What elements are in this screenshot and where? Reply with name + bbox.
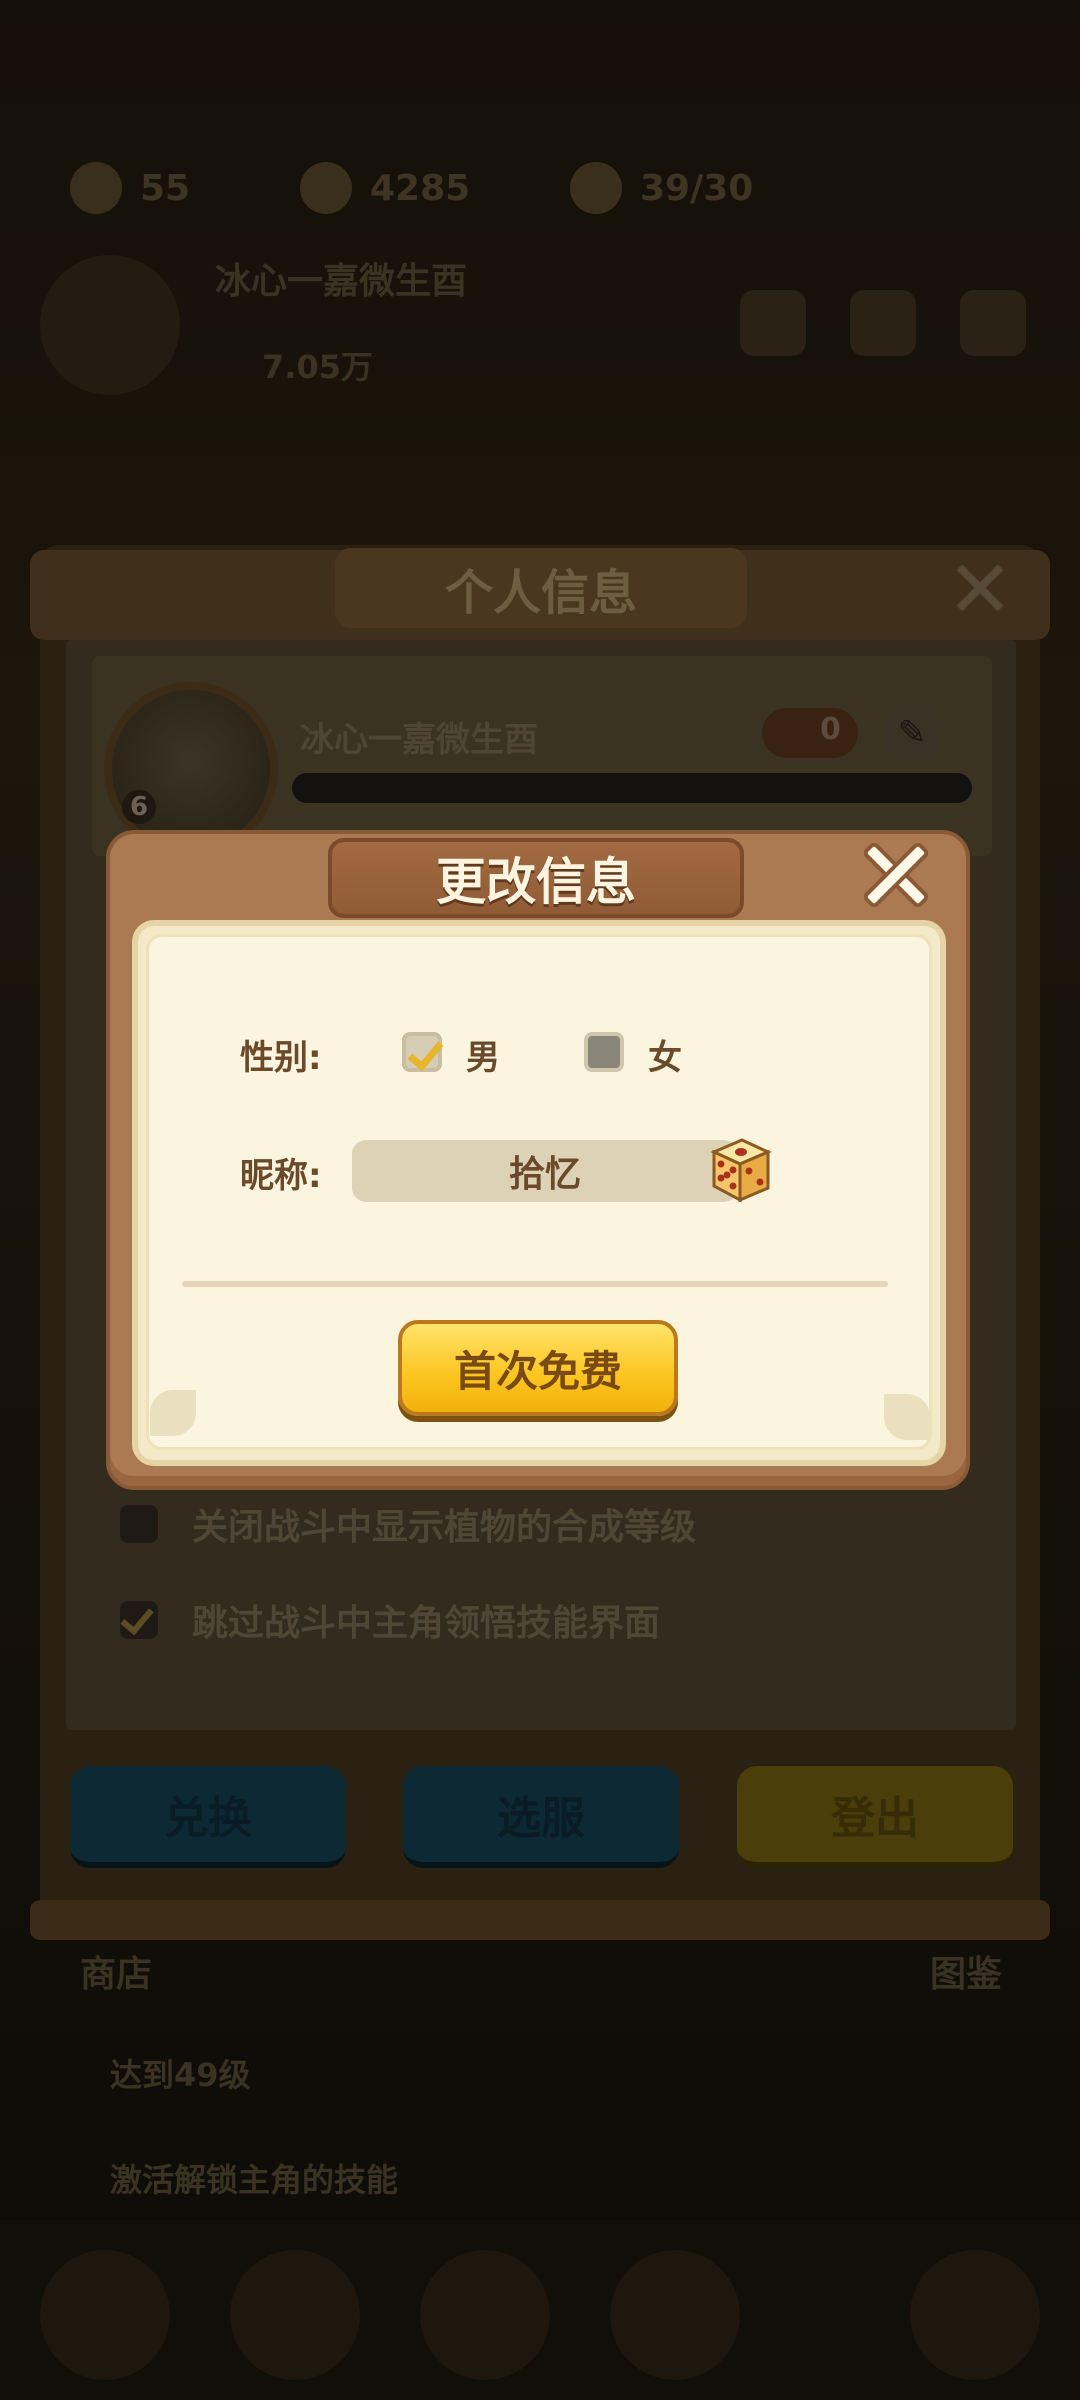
gender-male-label[interactable]: 男 [466, 1030, 500, 1079]
collection-label-bg: 图鉴 [930, 1954, 1003, 1995]
mini-row-2: 激活解锁主角的技能 [110, 2161, 399, 2199]
nav-upgrade-icon [230, 2250, 360, 2380]
gender-female-checkbox[interactable] [584, 1032, 624, 1072]
coin-counter: 4285 [300, 160, 470, 216]
coin-icon [300, 162, 352, 214]
player-power-bg: 7.05万 [262, 348, 373, 386]
leaf-ornament-icon [150, 1390, 196, 1436]
energy-counter: 55 [70, 160, 190, 216]
personal-info-title: 个人信息 [335, 548, 747, 628]
energy-icon [70, 162, 122, 214]
gender-male-checkbox[interactable] [402, 1032, 444, 1072]
stamina-icon [570, 162, 622, 214]
option-row-skip-skill[interactable]: 跳过战斗中主角领悟技能界面 [120, 1596, 660, 1644]
nav-lock-icon [910, 2250, 1040, 2380]
free-first-change-button[interactable]: 首次免费 [398, 1320, 678, 1416]
profile-name: 冰心一嘉微生酉 [300, 720, 538, 760]
gender-label: 性别: [240, 1038, 322, 1078]
dialog-divider [182, 1281, 888, 1287]
leaf-ornament-icon [884, 1394, 930, 1440]
edit-icon[interactable]: ✎ [882, 703, 942, 763]
gift-icon [850, 290, 916, 356]
server-select-button[interactable]: 选服 [403, 1766, 679, 1868]
experience-bar [292, 773, 972, 803]
settings-icon [960, 290, 1026, 356]
gender-female-label[interactable]: 女 [648, 1030, 682, 1079]
option-checkbox-merge-level[interactable] [120, 1505, 158, 1543]
random-name-dice-icon[interactable] [706, 1134, 772, 1204]
nav-collection-icon [610, 2250, 740, 2380]
option-row-merge-level[interactable]: 关闭战斗中显示植物的合成等级 [120, 1500, 696, 1548]
option-label-merge-level: 关闭战斗中显示植物的合成等级 [192, 1507, 697, 1548]
option-checkbox-skip-skill[interactable] [120, 1601, 158, 1639]
nickname-input[interactable]: 拾忆 [352, 1140, 738, 1202]
player-name-bg: 冰心一嘉微生酉 [215, 261, 468, 302]
redeem-button[interactable]: 兑换 [70, 1766, 346, 1868]
personal-info-footer [30, 1900, 1050, 1940]
nav-battle-icon [420, 2250, 550, 2380]
option-label-skip-skill: 跳过战斗中主角领悟技能界面 [192, 1603, 661, 1644]
personal-info-close-button[interactable]: ✕ [942, 550, 1018, 630]
nickname-label: 昵称: [240, 1156, 322, 1196]
shop-label-bg: 商店 [80, 1954, 153, 1995]
player-avatar-bg [40, 255, 180, 395]
level-badge: 6 [122, 790, 156, 824]
close-button[interactable] [860, 838, 932, 910]
logout-button[interactable]: 登出 [737, 1766, 1013, 1868]
like-badge[interactable] [762, 708, 858, 758]
mail-icon [740, 290, 806, 356]
nav-shop-icon [40, 2250, 170, 2380]
like-count: 0 [820, 712, 841, 747]
mini-row-1: 达到49级 [110, 2056, 251, 2094]
change-info-title: 更改信息 [328, 838, 744, 918]
stamina-counter: 39/30 [570, 160, 753, 216]
checkmark-icon [407, 1033, 444, 1072]
